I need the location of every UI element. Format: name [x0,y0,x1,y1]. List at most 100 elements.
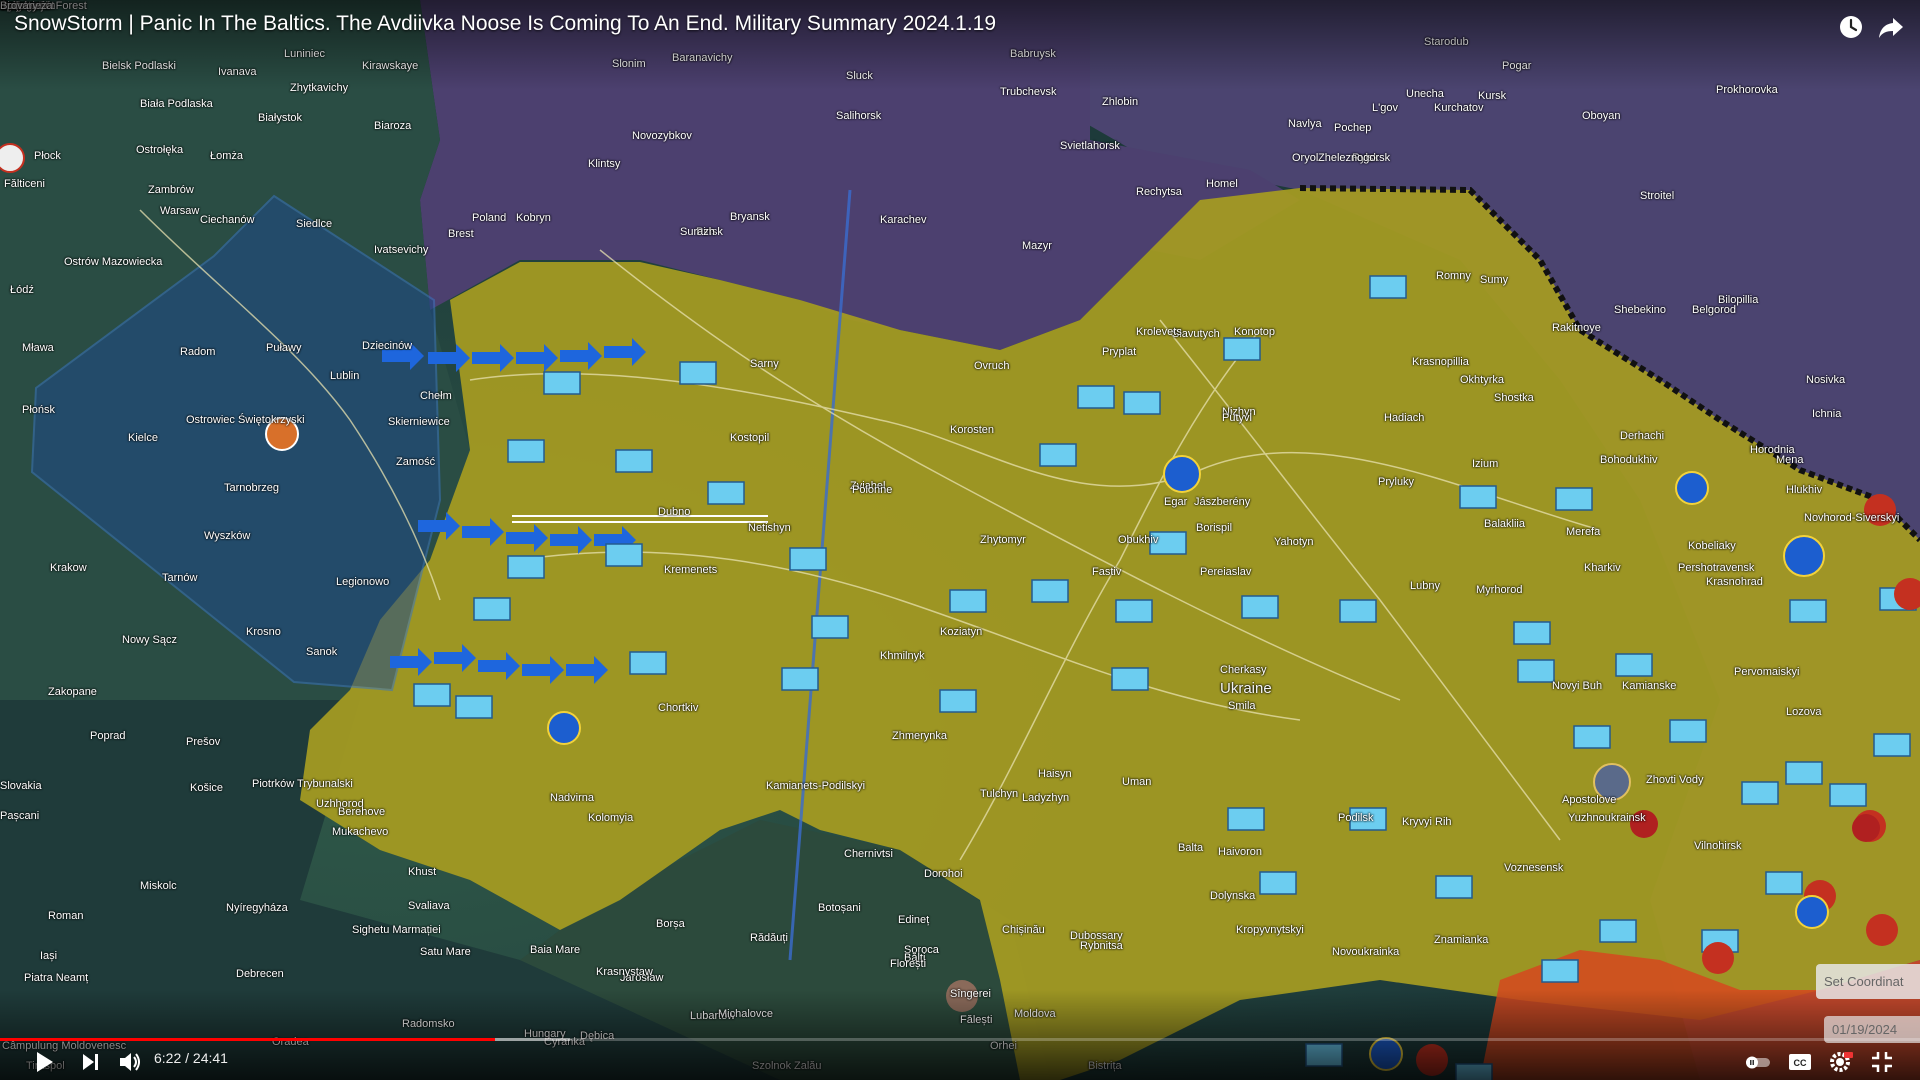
map-place-label: Apostolove [1562,794,1617,806]
map-place-label: Ivatsevichy [374,244,429,256]
map-place-label: Biała Podlaska [140,98,213,110]
map-place-label: Krolevets [1136,326,1182,338]
map-place-label: Kryvyi Rih [1402,816,1452,828]
map-place-label: Bohodukhiv [1600,454,1658,466]
map-place-label: Tulchyn [980,788,1019,800]
map-place-label: Krakow [50,562,87,574]
map-place-label: Fastiv [1092,566,1122,578]
map-place-label: Łódź [10,284,34,296]
map-place-label: Khust [408,866,437,878]
map-place-label: Egar [1164,496,1188,508]
share-arrow-icon[interactable] [1876,12,1906,42]
map-place-label: Kostopil [730,432,770,444]
map-place-label: Łomża [210,150,244,162]
map-place-label: Płock [34,150,61,162]
map-place-label: Shostka [1494,392,1534,404]
map-place-label: Karachev [880,214,927,226]
map-place-label: Berehove [338,806,386,818]
map-place-label: Miskolc [140,880,177,892]
map-place-label: Kamianske [1622,680,1677,692]
player-controls: 6:22 / 24:41 CC [0,1044,1920,1080]
map-place-label: Dubno [658,506,691,518]
map-place-label: Vilnohirsk [1694,840,1742,852]
cc-icon[interactable]: CC [1782,1044,1818,1080]
map-place-label: Bryansk [730,211,770,223]
map-place-label: Dziecinów [362,340,413,352]
map-place-label: Piotrków Trybunalski [252,778,353,790]
gear-icon[interactable] [1822,1044,1858,1080]
map-place-label: Salihorsk [836,110,882,122]
map-place-label: Voznesensk [1504,862,1564,874]
map-place-label: Kolomyia [588,812,634,824]
map-place-label: Piatra Neamț [24,972,89,984]
map-place-label: Kamianets-Podilskyi [766,780,866,792]
progress-bar[interactable] [0,1036,1920,1044]
volume-icon[interactable] [112,1044,148,1080]
map-place-label: Stroitel [1640,190,1675,202]
map-place-label: Mazyr [1022,240,1052,252]
map-place-label: Oboyan [1582,110,1621,122]
map-place-label: Belgorod [1692,304,1737,316]
map-place-label: Borșa [656,918,685,930]
date-label: 01/19/2024 [1832,1022,1898,1037]
map-place-label: Lubny [1410,580,1440,592]
map-place-label: Krasnohrad [1706,576,1763,588]
map-place-label: Haisyn [1038,768,1072,780]
map-place-label: Mukachevo [332,826,389,838]
video-player[interactable]: Ukraine Płock Warsaw Siedlce Łódź Radom Puław… [0,0,1920,1080]
map-place-label: Podilsk [1338,812,1374,824]
map-place-label: Chernivtsi [844,848,893,860]
map-place-label: Kharkiv [1584,562,1621,574]
map-place-label: Legionowo [336,576,390,588]
map-place-label: Fălticeni [4,178,45,190]
map-place-label: Nosivka [1806,374,1846,386]
map-place-label: Kurchatov [1434,102,1484,114]
map-place-label: Kropyvnytskyi [1236,924,1304,936]
map-place-label: Pereiaslav [1200,566,1252,578]
map-place-label: Roman [48,910,84,922]
map-place-label: Smila [1228,700,1256,712]
map-place-label: Nyíregyháza [226,902,288,914]
map-place-label: Kremenets [664,564,718,576]
map-place-label: Balakliia [1484,518,1525,530]
map-place-label: Lublin [330,370,360,382]
map-place-label: Zamość [396,456,436,468]
map-place-label: Haivoron [1218,846,1263,858]
map-place-label: Novyi Buh [1552,680,1603,692]
map-place-label: Košice [190,782,224,794]
play-icon[interactable] [26,1044,62,1080]
map-place-label: Sarny [750,358,779,370]
map-place-label: Zakopane [48,686,97,698]
map-place-label: Nadvirna [550,792,595,804]
clock-icon[interactable] [1836,12,1866,42]
map-place-label: Chișinău [1002,924,1045,936]
map-place-label: Mena [1776,454,1804,466]
map-place-label: Krosno [246,626,281,638]
map-place-label: Baia Mare [530,944,581,956]
map-place-label: Obukhiv [1118,534,1159,546]
set-coordinates-card[interactable]: Set Coordinat [1816,964,1920,999]
set-coordinates-label: Set Coordinat [1824,974,1904,989]
map-place-label: Yahotyn [1274,536,1314,548]
video-title[interactable]: SnowStorm | Panic In The Baltics. The Av… [14,12,996,36]
map-place-label: Rădăuți [750,932,788,944]
map-place-label: Ostrołęka [136,144,184,156]
map-place-label: Chortkiv [658,702,699,714]
map-place-label: Navlya [1288,118,1322,130]
map-place-label: Znamianka [1434,934,1489,946]
map-place-label: L'gov [1372,102,1398,114]
map-place-label: Pryluky [1378,476,1415,488]
map-place-label: Pryplat [1102,346,1137,358]
map-place-label: Novozybkov [632,130,692,142]
map-place-label: Krasnopillia [1412,356,1469,368]
map-place-label: Zhlobin [1102,96,1139,108]
autoplay-toggle-icon[interactable] [1740,1044,1776,1080]
skip-next-icon[interactable] [72,1044,108,1080]
fullscreen-exit-icon[interactable] [1864,1044,1900,1080]
duration: 24:41 [192,1050,228,1066]
map-place-label: Rakitnoye [1552,322,1601,334]
map-place-label: Dorohoi [924,868,963,880]
map-place-label: Polonne [852,484,893,496]
map-place-label: Kobeliaky [1688,540,1736,552]
map-place-label: Sighetu Marmației [352,924,441,936]
